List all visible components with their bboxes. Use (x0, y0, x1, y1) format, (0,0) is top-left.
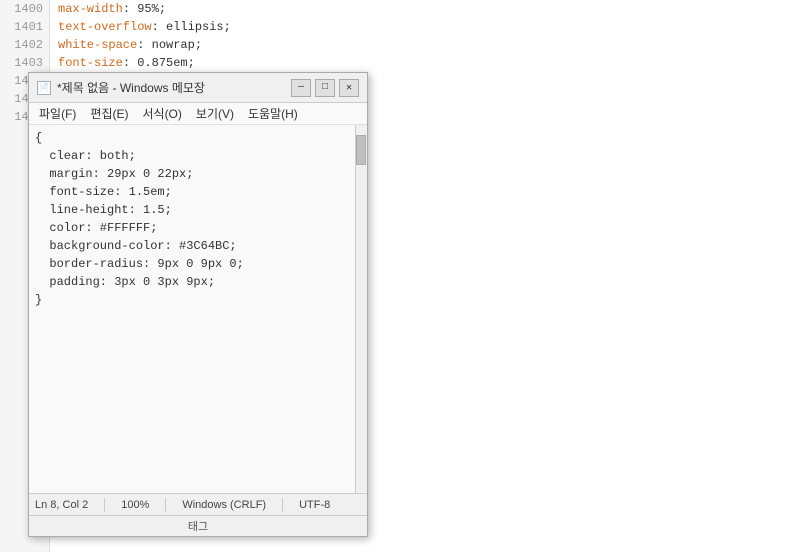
code-line: font-size: 0.875em; (58, 54, 800, 72)
notepad-window: 📄 *제목 없음 - Windows 메모장 — □ ✕ 파일(F) 편집(E)… (28, 72, 368, 537)
line-number: 1400 (0, 0, 43, 18)
notepad-tag: 태그 (29, 515, 367, 536)
notepad-content[interactable]: { clear: both; margin: 29px 0 22px; font… (29, 125, 355, 493)
code-line: text-overflow: ellipsis; (58, 18, 800, 36)
menu-file[interactable]: 파일(F) (33, 103, 82, 124)
line-number: 1402 (0, 36, 43, 54)
scrollbar-thumb[interactable] (356, 135, 366, 165)
titlebar-buttons: — □ ✕ (291, 79, 359, 97)
code-line: white-space: nowrap; (58, 36, 800, 54)
line-number: 1401 (0, 18, 43, 36)
close-button[interactable]: ✕ (339, 79, 359, 97)
menu-help[interactable]: 도움말(H) (242, 103, 304, 124)
line-number: 1403 (0, 54, 43, 72)
notepad-title: *제목 없음 - Windows 메모장 (57, 79, 205, 96)
status-separator-2 (165, 498, 166, 512)
status-line-ending: Windows (CRLF) (182, 499, 266, 511)
notepad-statusbar: Ln 8, Col 2 100% Windows (CRLF) UTF-8 (29, 493, 367, 515)
menu-format[interactable]: 서식(O) (136, 103, 187, 124)
code-line: max-width: 95%; (58, 0, 800, 18)
notepad-body: { clear: both; margin: 29px 0 22px; font… (29, 125, 367, 493)
status-position: Ln 8, Col 2 (35, 499, 88, 511)
menu-view[interactable]: 보기(V) (190, 103, 240, 124)
notepad-scrollbar[interactable] (355, 125, 367, 493)
notepad-title-area: 📄 *제목 없음 - Windows 메모장 (37, 79, 205, 96)
status-encoding: UTF-8 (299, 499, 330, 511)
status-separator-3 (282, 498, 283, 512)
minimize-button[interactable]: — (291, 79, 311, 97)
notepad-titlebar: 📄 *제목 없음 - Windows 메모장 — □ ✕ (29, 73, 367, 103)
menu-edit[interactable]: 편집(E) (84, 103, 134, 124)
notepad-menubar: 파일(F) 편집(E) 서식(O) 보기(V) 도움말(H) (29, 103, 367, 125)
maximize-button[interactable]: □ (315, 79, 335, 97)
status-separator-1 (104, 498, 105, 512)
notepad-icon: 📄 (37, 81, 51, 95)
status-zoom: 100% (121, 499, 149, 511)
